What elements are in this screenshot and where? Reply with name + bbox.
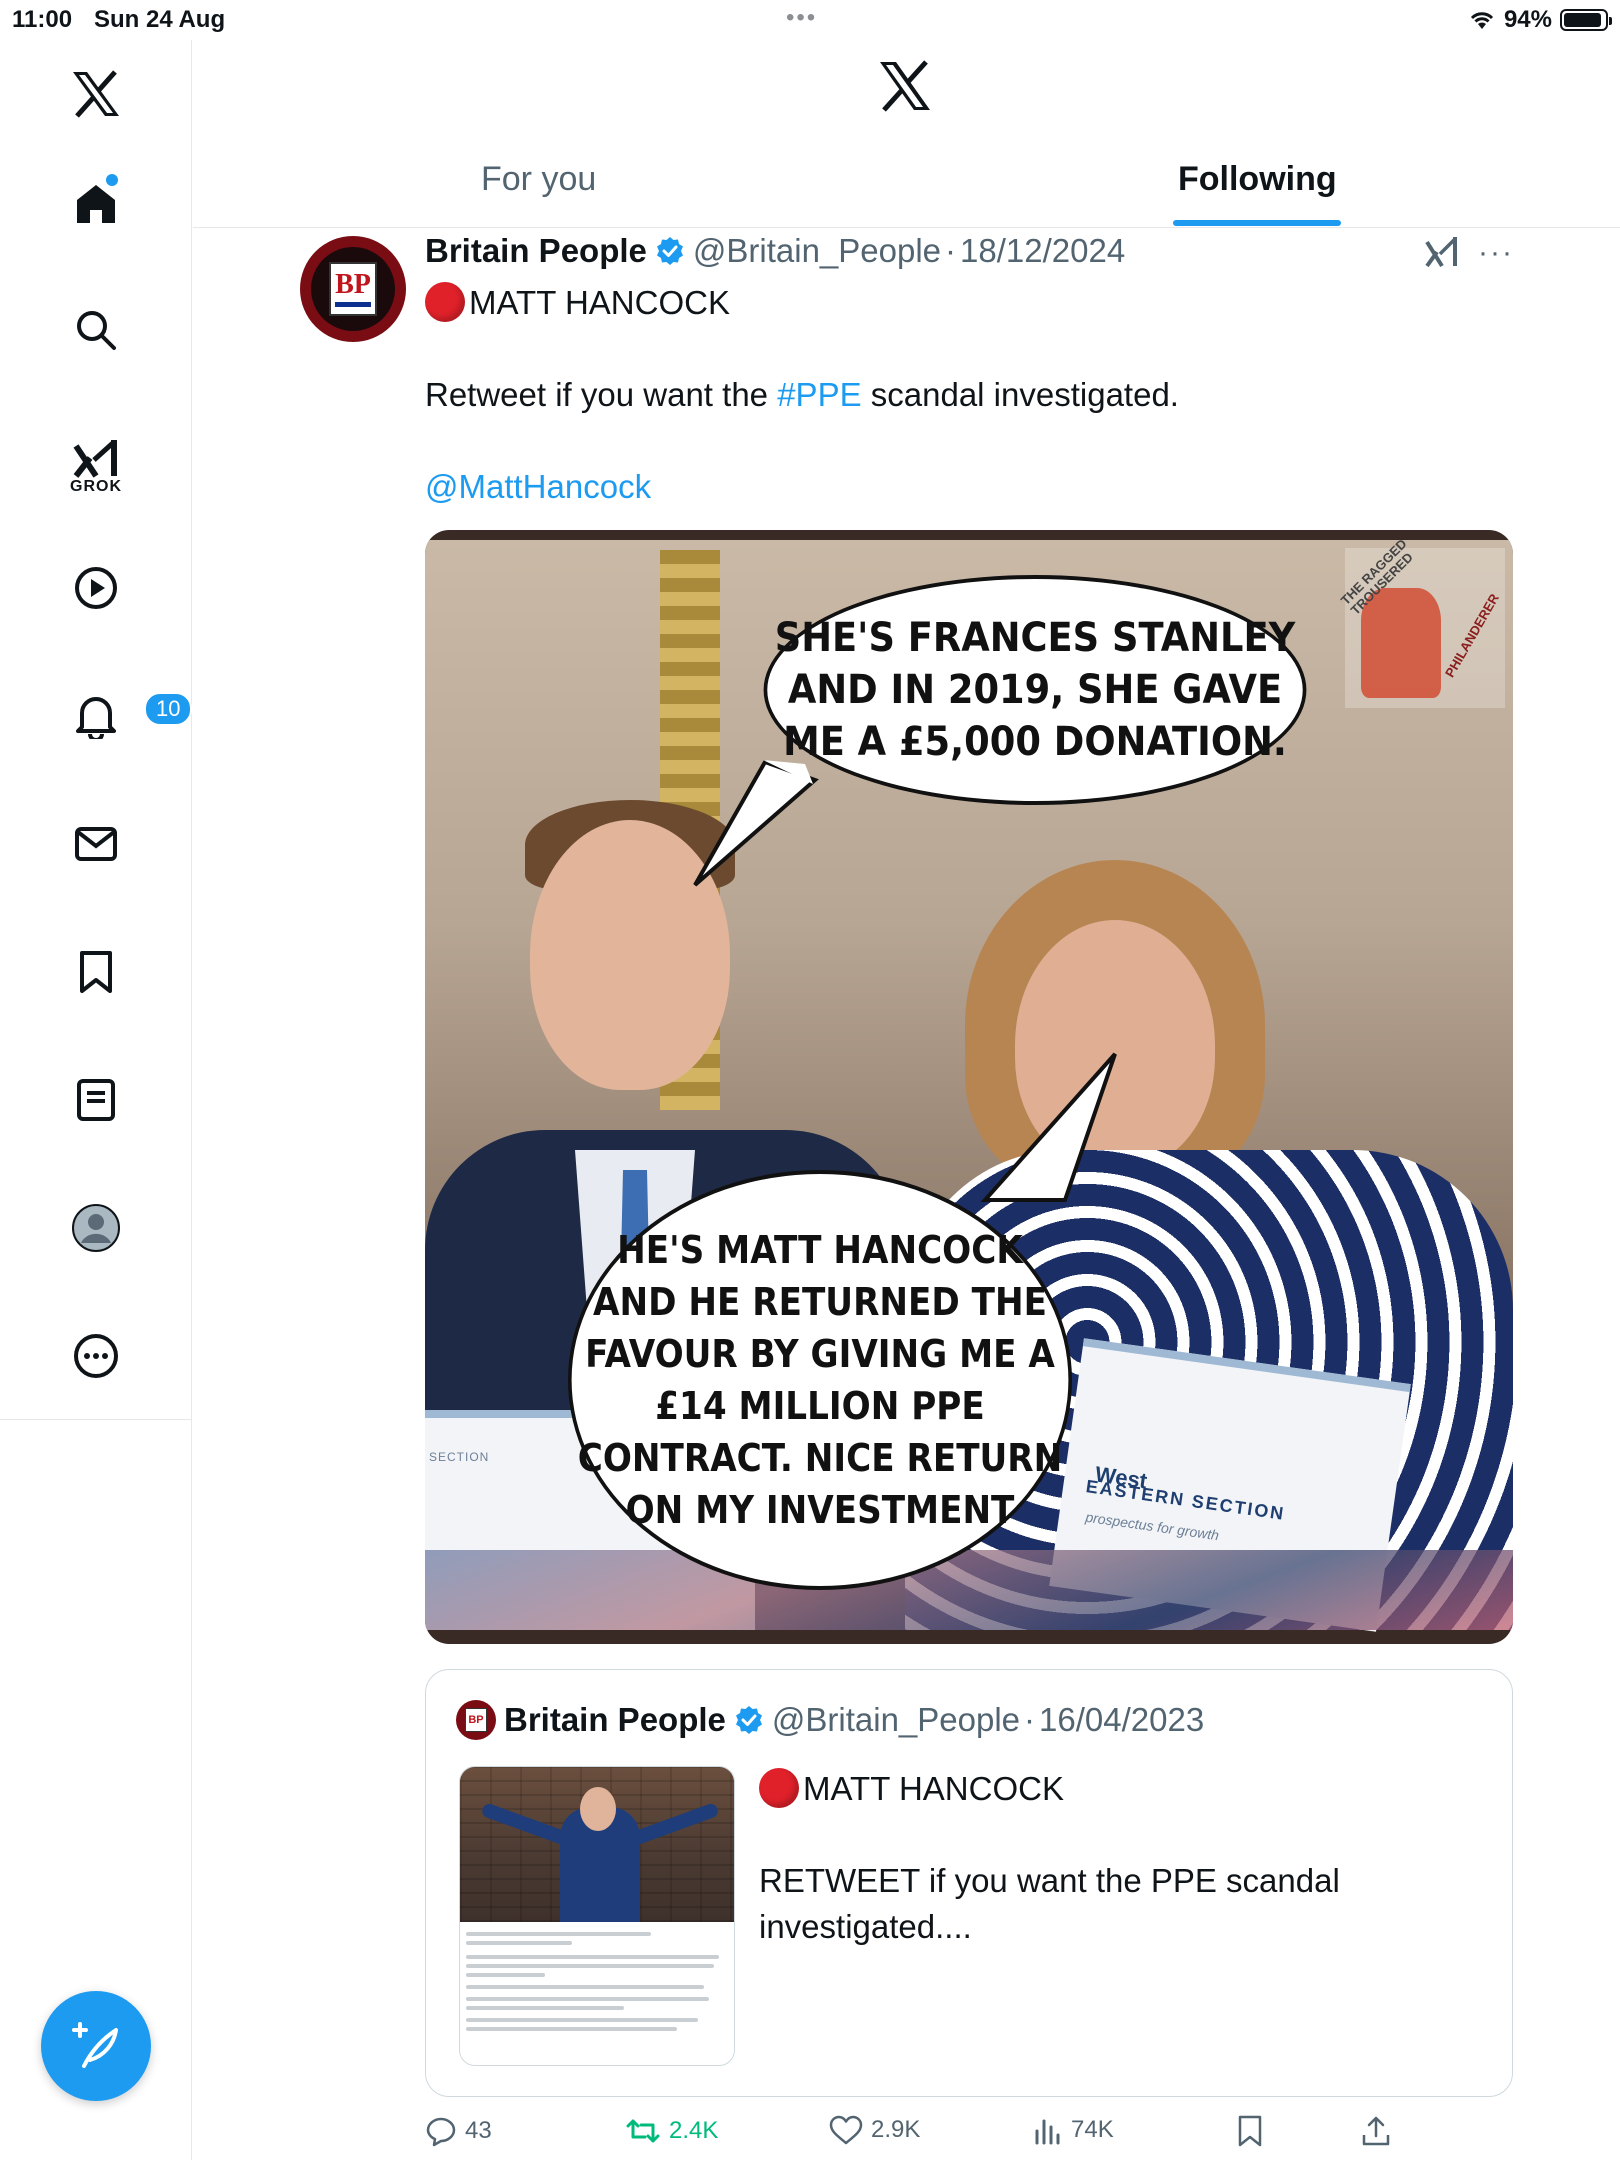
reply-count: 43 [465, 2117, 492, 2144]
bookmark-icon [1238, 2115, 1262, 2147]
quoted-figure-head [580, 1787, 616, 1831]
repost-button[interactable]: 2.4K [625, 2115, 718, 2147]
notifications-icon[interactable]: 10 [46, 666, 193, 766]
verified-badge-icon [656, 237, 683, 265]
battery-icon [1560, 9, 1612, 31]
status-time: 11:00 [12, 6, 73, 33]
watermark-logo: THE RAGGED TROUSERED PHILANDERER [1338, 536, 1505, 708]
tweet-line-1: MATT HANCOCK [425, 282, 730, 324]
bp-logo: BP [329, 262, 377, 316]
status-date: Sun 24 Aug [94, 6, 226, 33]
meta-separator: · [945, 232, 957, 269]
mention-link[interactable]: @MattHancock [425, 466, 651, 508]
bookmark-button[interactable] [1237, 2115, 1263, 2147]
left-navigation: GROK 10 [0, 40, 193, 2160]
x-header-logo-icon [878, 60, 932, 117]
status-bar: 11:00 Sun 24 Aug ••• 94% [0, 0, 1620, 40]
quoted-tweet-header: BP Britain People @Britain_People · 16/0… [456, 1700, 1204, 1740]
quoted-article-text-lines [466, 1932, 730, 2036]
reply-button[interactable]: 43 [425, 2115, 492, 2147]
tweet-text-pre: Retweet if you want the [425, 376, 778, 413]
avatar-bar [335, 302, 371, 307]
quoted-line-1-text: MATT HANCOCK [803, 1770, 1064, 1807]
quoted-tweet-text: MATT HANCOCK RETWEET if you want the PPE… [759, 1766, 1479, 1950]
tweet-text-post: scandal investigated. [861, 376, 1179, 413]
like-count: 2.9K [871, 2116, 921, 2143]
fist-icon [1361, 588, 1441, 698]
quoted-date: 16/04/2023 [1039, 1701, 1205, 1738]
reply-icon [426, 2117, 456, 2147]
grok-explain-icon[interactable] [1424, 234, 1460, 273]
speech-bubble-1: SHE'S FRANCES STANLEY AND IN 2019, SHE G… [763, 575, 1307, 805]
repost-icon [626, 2119, 660, 2143]
profile-avatar-icon[interactable] [46, 1178, 146, 1278]
tweet-header: Britain People @Britain_People · 18/12/2… [425, 232, 1125, 270]
share-icon [1362, 2116, 1390, 2146]
quoted-author-avatar: BP [456, 1700, 496, 1740]
tweet-image[interactable]: SECTION West EASTERN SECTION prospectus … [425, 530, 1513, 1644]
messages-icon[interactable] [46, 794, 146, 894]
lists-icon[interactable] [46, 1050, 146, 1150]
quoted-line-2: RETWEET if you want the PPE scandal inve… [759, 1862, 1340, 1945]
hashtag-link[interactable]: #PPE [777, 376, 861, 413]
views-chart-icon [1035, 2119, 1060, 2145]
like-button[interactable]: 2.9K [829, 2115, 920, 2145]
speech-bubble-2-tail [980, 1052, 1117, 1202]
quoted-tweet[interactable]: BP Britain People @Britain_People · 16/0… [425, 1669, 1513, 2097]
home-notification-dot [106, 174, 118, 186]
timeline-header: For you Following [193, 40, 1620, 228]
tweet-author-name[interactable]: Britain People [425, 232, 647, 270]
home-icon[interactable] [46, 154, 146, 254]
notifications-badge: 10 [144, 692, 193, 726]
avatar-inner: BP [311, 247, 395, 331]
more-options-icon[interactable] [46, 1306, 146, 1406]
active-tab-indicator [1173, 220, 1341, 226]
tweet-author-avatar[interactable]: BP [300, 236, 406, 342]
repost-count: 2.4K [669, 2117, 719, 2144]
wifi-icon [1470, 12, 1494, 29]
grok-icon[interactable]: GROK [46, 416, 146, 516]
tab-for-you[interactable]: For you [481, 160, 596, 199]
battery-percent: 94% [1503, 6, 1552, 33]
avatar-text: BP [335, 269, 371, 300]
share-button[interactable] [1361, 2115, 1391, 2147]
tweet-actions-bar: 43 2.4K 2.9K 74K [425, 2115, 1425, 2155]
speech-bubble-1-tail [693, 760, 819, 887]
speech-bubble-2: HE'S MATT HANCOCK AND HE RETURNED THE FA… [568, 1170, 1072, 1590]
tab-following[interactable]: Following [1178, 160, 1337, 199]
watermark-text-bottom: PHILANDERER [1441, 591, 1502, 680]
grok-label: GROK [70, 478, 122, 495]
quoted-avatar-text: BP [465, 1708, 487, 1732]
status-right: 94% [1468, 6, 1612, 34]
search-icon[interactable] [46, 280, 146, 380]
quoted-red-circle-emoji-icon [759, 1768, 799, 1808]
image-bottom-strip [425, 1550, 1513, 1630]
compose-post-button[interactable] [41, 1991, 151, 2101]
quoted-line-1: MATT HANCOCK [759, 1766, 1479, 1812]
video-icon[interactable] [46, 538, 146, 638]
tweet-date[interactable]: 18/12/2024 [960, 232, 1125, 270]
box-left-label: SECTION [429, 1450, 490, 1464]
compose-feather-icon [72, 2022, 118, 2068]
tweet-more-icon[interactable]: ··· [1478, 236, 1514, 270]
views-count: 74K [1071, 2116, 1114, 2143]
x-logo-icon[interactable] [46, 44, 146, 144]
quoted-meta-separator: · [1024, 1701, 1036, 1738]
multitasking-dots-icon[interactable]: ••• [786, 4, 817, 32]
tweet-line-2: Retweet if you want the #PPE scandal inv… [425, 374, 1179, 416]
heart-icon [829, 2115, 863, 2145]
quoted-author-name: Britain People [504, 1701, 726, 1738]
nav-divider [0, 1419, 192, 1420]
bookmarks-icon[interactable] [46, 922, 146, 1022]
quoted-verified-badge-icon [735, 1706, 762, 1734]
views-button[interactable]: 74K [1033, 2115, 1114, 2145]
quoted-handle: @Britain_People [771, 1701, 1021, 1738]
quoted-tweet-image [459, 1766, 735, 2066]
red-circle-emoji-icon [425, 282, 465, 322]
tweet-handle[interactable]: @Britain_People [693, 232, 941, 270]
tweet-line-1-text: MATT HANCOCK [469, 284, 730, 321]
